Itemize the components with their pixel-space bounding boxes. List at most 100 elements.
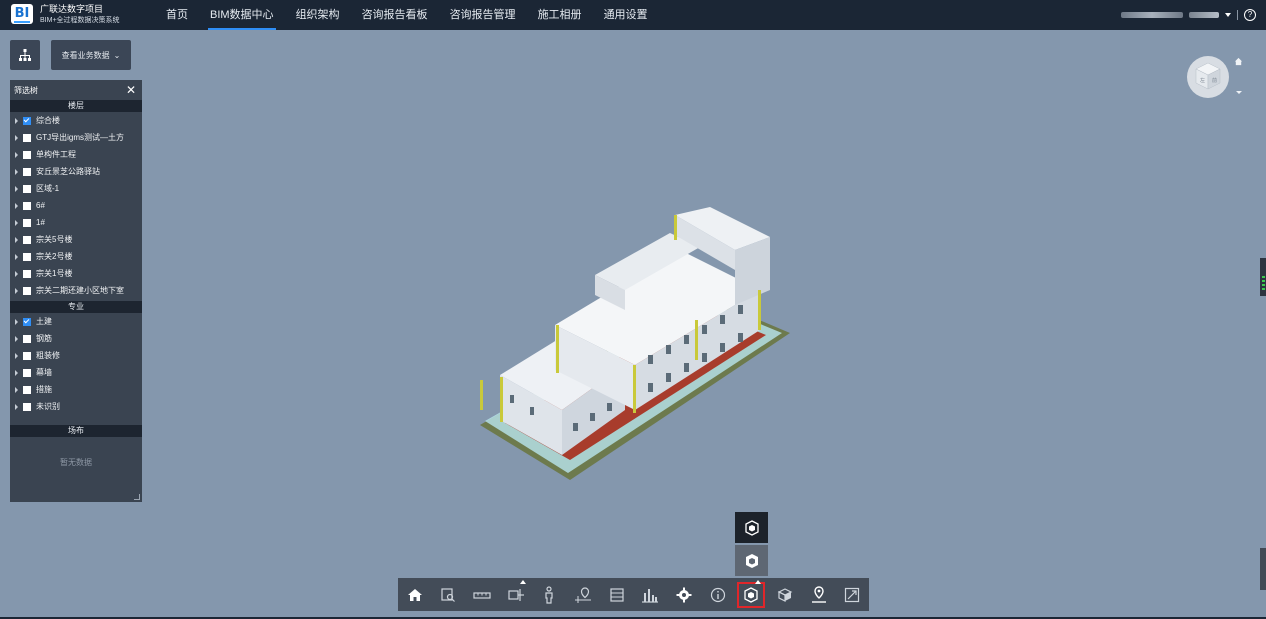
view-cube[interactable]: 左 前 [1186, 55, 1230, 99]
floor-label: 单构件工程 [36, 150, 76, 159]
app-title: 广联达数字项目 BIM+全过程数据决策系统 [40, 3, 120, 27]
cube-icon [777, 587, 793, 602]
home-button[interactable] [401, 582, 429, 608]
checkbox[interactable] [23, 317, 31, 326]
floor-row[interactable]: 宗关二期还建小区地下室 [10, 282, 142, 299]
expand-arrow-icon[interactable] [15, 117, 18, 124]
bim-3d-model[interactable] [470, 195, 800, 495]
chevron-down-icon[interactable] [1225, 13, 1231, 17]
help-icon[interactable]: ? [1244, 9, 1256, 21]
view-business-data-button[interactable]: 查看业务数据 ⌄ [51, 40, 131, 70]
discipline-row[interactable]: 土建 [10, 313, 142, 330]
expand-arrow-icon[interactable] [15, 318, 18, 325]
tree-toggle-button[interactable] [10, 40, 40, 70]
floor-row[interactable]: GTJ导出igms测试—土方 [10, 129, 142, 146]
checkbox[interactable] [23, 334, 31, 343]
info-icon [710, 587, 725, 602]
close-icon[interactable]: ✕ [126, 83, 136, 97]
location-button[interactable] [569, 582, 597, 608]
expand-arrow-icon[interactable] [15, 386, 18, 393]
floor-row[interactable]: 单构件工程 [10, 146, 142, 163]
floor-row[interactable]: 6# [10, 197, 142, 214]
fullscreen-button[interactable] [838, 582, 866, 608]
nav-general-settings[interactable]: 通用设置 [604, 0, 648, 30]
expand-arrow-icon[interactable] [15, 134, 18, 141]
nav-report-board[interactable]: 咨询报告看板 [362, 0, 428, 30]
top-navigation-bar: BI 广联达数字项目 BIM+全过程数据决策系统 首页 BIM数据中心 组织架构… [0, 0, 1266, 30]
expand-arrow-icon[interactable] [15, 287, 18, 294]
expand-arrow-icon[interactable] [15, 270, 18, 277]
expand-arrow-icon[interactable] [15, 253, 18, 260]
expand-arrow-icon[interactable] [15, 352, 18, 359]
walk-button[interactable] [535, 582, 563, 608]
floor-row[interactable]: 区域-1 [10, 180, 142, 197]
checkbox[interactable] [23, 402, 31, 411]
expand-arrow-icon[interactable] [15, 202, 18, 209]
expand-arrow-icon[interactable] [15, 185, 18, 192]
checkbox[interactable] [23, 184, 31, 193]
nav-organization[interactable]: 组织架构 [296, 0, 340, 30]
panel-title: 筛选树 [14, 85, 38, 95]
discipline-label: 粗装修 [36, 351, 60, 360]
floor-label: 宗关5号楼 [36, 235, 73, 244]
info-button[interactable] [704, 582, 732, 608]
nav-home[interactable]: 首页 [166, 0, 188, 30]
expand-arrow-icon[interactable] [15, 335, 18, 342]
cube-button[interactable] [771, 582, 799, 608]
checkbox[interactable] [23, 116, 31, 125]
floor-row[interactable]: 1# [10, 214, 142, 231]
render-mode-button[interactable] [737, 579, 766, 608]
render-mode-option-light[interactable] [735, 545, 768, 576]
empty-state-text: 暂无数据 [60, 458, 92, 467]
checkbox[interactable] [23, 133, 31, 142]
checkbox[interactable] [23, 252, 31, 261]
user-area[interactable]: ? [1121, 0, 1256, 30]
checkbox[interactable] [23, 351, 31, 360]
discipline-row[interactable]: 未识别 [10, 398, 142, 415]
zoom-box-icon [441, 587, 456, 602]
checkbox[interactable] [23, 385, 31, 394]
floor-row[interactable]: 综合楼 [10, 112, 142, 129]
measure-button[interactable] [468, 582, 496, 608]
nav-report-management[interactable]: 咨询报告管理 [450, 0, 516, 30]
expand-arrow-icon[interactable] [15, 151, 18, 158]
floor-row[interactable]: 宗关2号楼 [10, 248, 142, 265]
checkbox[interactable] [23, 286, 31, 295]
checkbox[interactable] [23, 218, 31, 227]
discipline-row[interactable]: 钢筋 [10, 330, 142, 347]
nav-bim-data-center[interactable]: BIM数据中心 [208, 0, 276, 30]
org-tree-icon [19, 49, 31, 61]
blurred-user-name [1189, 12, 1219, 18]
floor-row[interactable]: 宗关1号楼 [10, 265, 142, 282]
section-button[interactable] [502, 579, 530, 608]
home-view-icon[interactable] [1234, 57, 1243, 66]
checkbox[interactable] [23, 235, 31, 244]
chart-button[interactable] [636, 582, 664, 608]
expand-arrow-icon[interactable] [15, 219, 18, 226]
settings-button[interactable] [670, 582, 698, 608]
checkbox[interactable] [23, 368, 31, 377]
chevron-down-icon[interactable] [1236, 91, 1242, 94]
discipline-row[interactable]: 幕墙 [10, 364, 142, 381]
expand-arrow-icon[interactable] [15, 369, 18, 376]
floor-row[interactable]: 安丘景芝公路驿站 [10, 163, 142, 180]
list-button[interactable] [603, 582, 631, 608]
expand-arrow-icon[interactable] [15, 168, 18, 175]
checkbox[interactable] [23, 150, 31, 159]
render-mode-option-dark[interactable] [735, 512, 768, 543]
nav-construction-album[interactable]: 施工相册 [538, 0, 582, 30]
zoom-box-button[interactable] [434, 582, 462, 608]
discipline-label: 措施 [36, 385, 52, 394]
expand-arrow-icon[interactable] [15, 236, 18, 243]
side-indicator [1260, 258, 1266, 296]
checkbox[interactable] [23, 201, 31, 210]
side-scroll-handle[interactable] [1260, 548, 1266, 590]
floor-row[interactable]: 宗关5号楼 [10, 231, 142, 248]
expand-arrow-icon[interactable] [15, 403, 18, 410]
discipline-row[interactable]: 措施 [10, 381, 142, 398]
map-marker-button[interactable] [805, 582, 833, 608]
resize-handle[interactable] [134, 494, 140, 500]
checkbox[interactable] [23, 167, 31, 176]
checkbox[interactable] [23, 269, 31, 278]
discipline-row[interactable]: 粗装修 [10, 347, 142, 364]
